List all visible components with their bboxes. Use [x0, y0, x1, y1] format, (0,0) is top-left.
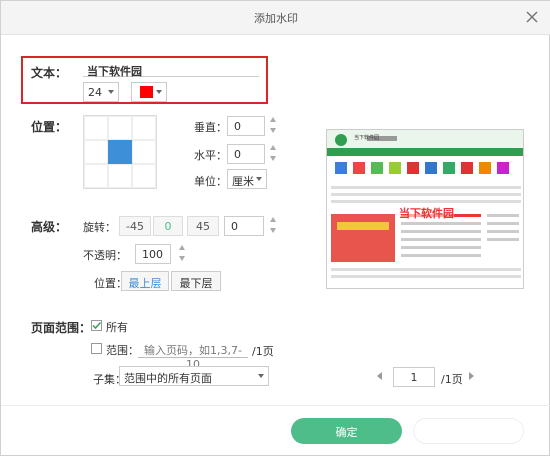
arrow-up-icon: [270, 145, 276, 150]
preview-site-name: 当下软件园: [354, 135, 380, 141]
position-cell-middle-right[interactable]: [132, 140, 156, 164]
arrow-up-icon: [270, 217, 276, 222]
position-cell-center[interactable]: [108, 140, 132, 164]
position-cell-top-center[interactable]: [108, 116, 132, 140]
subset-select[interactable]: 范围中的所有页面: [119, 366, 269, 386]
color-swatch: [140, 86, 153, 98]
vertical-label: 垂直：: [194, 121, 227, 134]
unit-label: 单位：: [194, 175, 227, 188]
page-number-input[interactable]: 1: [393, 367, 435, 387]
vertical-stepper[interactable]: [270, 117, 278, 135]
advanced-label: 高级：: [31, 220, 68, 234]
color-select[interactable]: [131, 82, 167, 102]
range-checkbox[interactable]: [91, 343, 102, 354]
arrow-up-icon: [270, 117, 276, 122]
prev-page-icon[interactable]: [377, 372, 382, 380]
arrow-up-icon: [179, 245, 185, 250]
range-label: 范围：: [106, 344, 139, 357]
opacity-label: 不透明：: [83, 249, 127, 262]
watermark-dialog: 添加水印 文本： 当下软件园 24 位置： 垂直： 0 水平： 0 单位： 厘米…: [0, 0, 550, 456]
arrow-down-icon: [270, 128, 276, 133]
close-icon[interactable]: [523, 8, 541, 26]
watermark-text-input[interactable]: 当下软件园: [83, 61, 259, 78]
rotation-stepper[interactable]: [270, 217, 278, 235]
position-cell-bottom-center[interactable]: [108, 164, 132, 188]
position-label: 位置：: [31, 120, 68, 134]
rotation-preset-minus45[interactable]: -45: [119, 216, 151, 236]
range-input[interactable]: 输入页码，如1,3,7-10: [138, 340, 248, 371]
font-size-value: 24: [88, 86, 102, 99]
arrow-down-icon: [270, 156, 276, 161]
footer-divider: [1, 405, 550, 406]
all-pages-checkbox[interactable]: [91, 320, 102, 331]
opacity-stepper[interactable]: [179, 245, 187, 263]
horizontal-input[interactable]: 0: [227, 144, 265, 164]
watermark-preview: 当下软件园 当下软件园: [326, 129, 524, 289]
range-total: /1页: [252, 345, 274, 358]
dialog-title: 添加水印: [254, 12, 298, 25]
next-page-icon[interactable]: [469, 372, 474, 380]
arrow-down-icon: [270, 228, 276, 233]
rotation-preset-0[interactable]: 0: [153, 216, 183, 236]
preview-watermark-text: 当下软件园: [399, 205, 454, 221]
arrow-down-icon: [179, 256, 185, 261]
font-size-select[interactable]: 24: [83, 82, 119, 102]
vertical-input[interactable]: 0: [227, 116, 265, 136]
position-cell-middle-left[interactable]: [84, 140, 108, 164]
position-cell-top-right[interactable]: [132, 116, 156, 140]
page-range-label: 页面范围：: [31, 321, 92, 335]
cancel-button[interactable]: [413, 418, 524, 444]
opacity-input[interactable]: 100: [135, 244, 171, 264]
position-cell-bottom-left[interactable]: [84, 164, 108, 188]
subset-value: 范围中的所有页面: [124, 372, 212, 385]
page-total: /1页: [441, 373, 463, 386]
rotation-label: 旋转：: [83, 221, 116, 234]
all-pages-label: 所有: [106, 321, 128, 334]
checkmark-icon: [92, 321, 102, 330]
ok-button[interactable]: 确定: [291, 418, 402, 444]
dialog-titlebar: 添加水印: [1, 1, 550, 35]
position-grid: [83, 115, 157, 189]
unit-select[interactable]: 厘米: [227, 169, 267, 189]
horizontal-label: 水平：: [194, 149, 227, 162]
text-label: 文本：: [31, 66, 68, 80]
chevron-down-icon: [256, 177, 262, 181]
layer-top-button[interactable]: 最上层: [121, 271, 169, 291]
position-cell-bottom-right[interactable]: [132, 164, 156, 188]
chevron-down-icon: [258, 374, 264, 378]
horizontal-stepper[interactable]: [270, 145, 278, 163]
rotation-preset-45[interactable]: 45: [187, 216, 219, 236]
chevron-down-icon: [108, 90, 114, 94]
rotation-input[interactable]: 0: [224, 216, 264, 236]
unit-value: 厘米: [232, 175, 254, 188]
layer-bottom-button[interactable]: 最下层: [171, 271, 221, 291]
chevron-down-icon: [156, 90, 162, 94]
position-cell-top-left[interactable]: [84, 116, 108, 140]
